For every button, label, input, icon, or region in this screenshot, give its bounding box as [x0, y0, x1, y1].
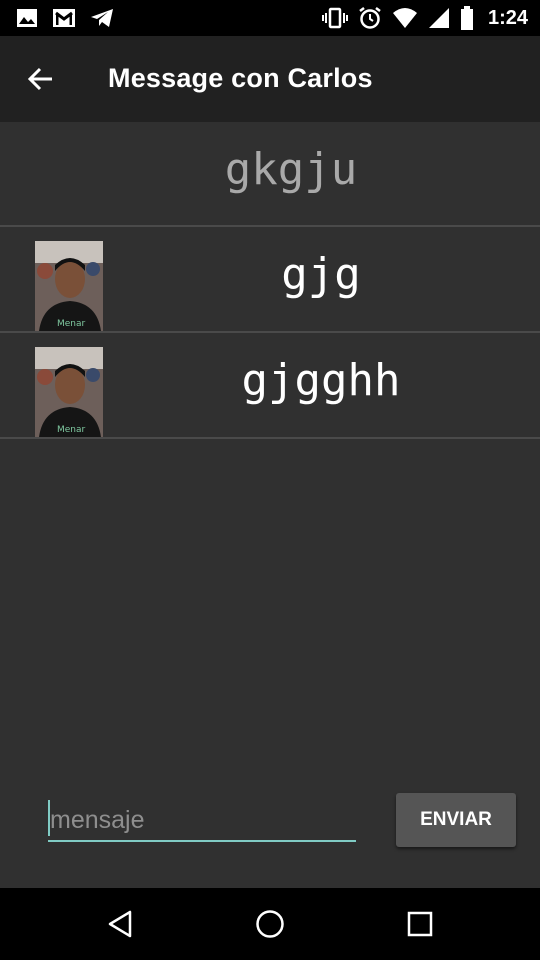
image-icon [17, 9, 37, 27]
message-input[interactable] [48, 800, 356, 842]
message-item[interactable]: gkgju [0, 122, 540, 227]
app-bar: Message con Carlos [0, 36, 540, 122]
page-title: Message con Carlos [108, 63, 373, 93]
compose-bar: ENVIAR [0, 790, 540, 888]
message-item[interactable]: Menar gjgghh [0, 333, 540, 439]
avatar-photo-icon: Menar [35, 241, 103, 331]
nav-home-button[interactable] [252, 906, 288, 942]
svg-text:Menar: Menar [57, 319, 86, 329]
back-button[interactable] [20, 58, 62, 100]
nav-recents-button[interactable] [402, 906, 438, 942]
nav-back-button[interactable] [102, 906, 138, 942]
status-bar: 1:24 [0, 0, 540, 36]
recents-square-icon [407, 911, 433, 937]
message-list: gkgju Menar gjg Menar gjgghh [0, 122, 540, 439]
battery-icon [460, 6, 473, 30]
alarm-icon [359, 7, 381, 29]
navigation-bar [0, 888, 540, 960]
telegram-icon [91, 9, 113, 27]
wifi-icon [392, 8, 417, 28]
message-text: gjg [281, 249, 361, 300]
message-text: gjgghh [241, 355, 401, 406]
home-circle-icon [256, 910, 284, 938]
avatar: Menar [35, 241, 103, 331]
text-cursor [48, 800, 50, 836]
message-item[interactable]: Menar gjg [0, 227, 540, 333]
gmail-icon [53, 9, 75, 27]
signal-icon [428, 8, 449, 28]
svg-text:Menar: Menar [57, 425, 86, 435]
avatar: Menar [35, 347, 103, 437]
clock-time: 1:24 [487, 6, 528, 29]
vibrate-icon [321, 7, 348, 29]
avatar-photo-icon: Menar [35, 347, 103, 437]
message-text: gkgju [224, 144, 358, 195]
send-button[interactable]: ENVIAR [396, 793, 516, 847]
back-triangle-icon [108, 910, 132, 938]
back-arrow-icon [27, 67, 52, 91]
